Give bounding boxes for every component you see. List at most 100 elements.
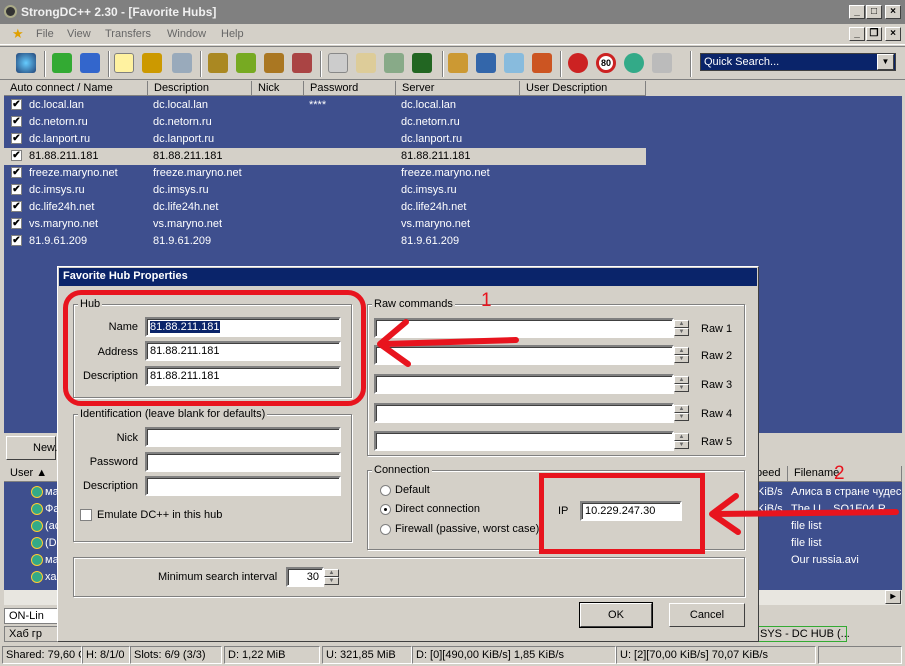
annotation-box-hub — [63, 290, 366, 406]
raw-command-spinner[interactable]: ▲ ▼ — [674, 433, 689, 449]
chevron-down-icon[interactable]: ▼ — [877, 54, 894, 70]
emulate-dcpp-checkbox[interactable] — [80, 509, 92, 521]
search-icon[interactable] — [328, 53, 348, 73]
system-log-icon[interactable] — [652, 53, 672, 73]
hub-name: dc.life24h.net — [29, 201, 95, 213]
column-header-filename[interactable]: Filename — [788, 466, 902, 482]
finished-uploads-icon[interactable] — [292, 53, 312, 73]
hub-row[interactable]: ✔ dc.life24h.net dc.life24h.net dc.life24h.… — [4, 199, 646, 216]
auto-connect-checkbox[interactable]: ✔ — [11, 167, 22, 178]
column-header-password[interactable]: Password — [304, 81, 396, 96]
hub-row[interactable]: ✔ freeze.maryno.net freeze.maryno.net freez… — [4, 165, 646, 182]
radio-default-label: Default — [395, 484, 430, 496]
hub-row[interactable]: ✔ 81.88.211.181 81.88.211.181 81.88.211.181 — [4, 148, 646, 165]
scroll-right-icon[interactable]: ▸ — [885, 590, 901, 604]
password-field[interactable] — [145, 452, 341, 472]
hub-row[interactable]: ✔ dc.local.lan dc.local.lan **** dc.local.la… — [4, 97, 646, 114]
menu-window[interactable]: Window — [167, 28, 206, 40]
user-icon — [31, 571, 43, 583]
user-description-field[interactable] — [145, 476, 341, 496]
raw-command-field[interactable] — [374, 431, 674, 451]
new-hub-button[interactable]: New... — [6, 436, 64, 460]
spin-up-icon: ▲ — [674, 376, 689, 384]
mdi-restore-button[interactable]: ❐ — [866, 27, 882, 41]
reconnect-icon[interactable] — [52, 53, 72, 73]
hub-row[interactable]: ✔ 81.9.61.209 81.9.61.209 81.9.61.209 — [4, 233, 646, 250]
auto-connect-checkbox[interactable]: ✔ — [11, 133, 22, 144]
status-download-rate: D: [0][490,00 KiB/s] 1,85 KiB/s — [412, 646, 616, 664]
search-spy-icon[interactable] — [384, 53, 404, 73]
radio-default[interactable] — [380, 485, 391, 496]
disconnect-icon[interactable] — [568, 53, 588, 73]
mdi-close-button[interactable]: × — [885, 27, 901, 41]
raw-command-spinner[interactable]: ▲ ▼ — [674, 347, 689, 363]
favorite-users-icon[interactable] — [142, 53, 162, 73]
dialog-title: Favorite Hub Properties — [59, 268, 757, 286]
notepad-icon[interactable] — [504, 53, 524, 73]
hub-list-icon[interactable] — [624, 53, 644, 73]
auto-connect-checkbox[interactable]: ✔ — [11, 218, 22, 229]
upload-queue-icon[interactable] — [264, 53, 284, 73]
public-hubs-icon[interactable] — [16, 53, 36, 73]
hub-row[interactable]: ✔ dc.lanport.ru dc.lanport.ru dc.lanport.ru — [4, 131, 646, 148]
adl-search-icon[interactable] — [356, 53, 376, 73]
annotation-number-one: 1 — [481, 290, 492, 311]
hub-row[interactable]: ✔ dc.imsys.ru dc.imsys.ru dc.imsys.ru — [4, 182, 646, 199]
raw-command-spinner[interactable]: ▲ ▼ — [674, 376, 689, 392]
tab-sys-dc-hub[interactable]: SYS - DC HUB (... — [755, 626, 850, 642]
auto-connect-checkbox[interactable]: ✔ — [11, 99, 22, 110]
auto-connect-checkbox[interactable]: ✔ — [11, 184, 22, 195]
mdi-minimize-button[interactable]: _ — [849, 27, 865, 41]
minimize-button[interactable]: _ — [849, 5, 865, 19]
nick-field[interactable] — [145, 427, 341, 447]
auto-connect-checkbox[interactable]: ✔ — [11, 150, 22, 161]
network-stats-icon[interactable] — [412, 53, 432, 73]
raw-command-spinner[interactable]: ▲ ▼ — [674, 405, 689, 421]
password-label: Password — [89, 456, 138, 468]
column-header-server[interactable]: Server — [396, 81, 520, 96]
menu-transfers[interactable]: Transfers — [105, 28, 151, 40]
auto-connect-checkbox[interactable]: ✔ — [11, 201, 22, 212]
tab-hub-group[interactable]: Хаб гр — [4, 626, 60, 642]
hub-description: dc.imsys.ru — [153, 184, 209, 196]
auto-connect-checkbox[interactable]: ✔ — [11, 235, 22, 246]
min-search-interval-field[interactable]: 30 — [286, 567, 324, 587]
radio-firewall[interactable] — [380, 524, 391, 535]
status-uploaded: U: 321,85 MiB — [322, 646, 412, 664]
open-file-list-icon[interactable] — [448, 53, 468, 73]
min-search-interval-spinner[interactable]: ▲ ▼ — [324, 569, 339, 585]
favorite-hubs-icon[interactable] — [114, 53, 134, 73]
quick-search-input[interactable]: Quick Search... — [700, 53, 896, 71]
column-header-user[interactable]: User ▲ — [4, 466, 58, 482]
column-header-name[interactable]: Auto connect / Name — [4, 81, 148, 96]
finished-downloads-icon[interactable] — [236, 53, 256, 73]
away-icon[interactable] — [532, 53, 552, 73]
menu-file[interactable]: File — [36, 28, 54, 40]
recent-hubs-icon[interactable] — [172, 53, 192, 73]
user-filename: Our russia.avi — [791, 554, 859, 566]
raw-command-spinner[interactable]: ▲ ▼ — [674, 320, 689, 336]
maximize-button[interactable]: □ — [866, 5, 882, 19]
menu-view[interactable]: View — [67, 28, 91, 40]
raw-command-field[interactable] — [374, 374, 674, 394]
settings-icon[interactable] — [476, 53, 496, 73]
ok-button[interactable]: OK — [579, 602, 653, 628]
spin-down-icon: ▼ — [674, 355, 689, 363]
column-header-nick[interactable]: Nick — [252, 81, 304, 96]
cancel-button[interactable]: Cancel — [669, 603, 745, 627]
hub-row[interactable]: ✔ vs.maryno.net vs.maryno.net vs.maryno.net — [4, 216, 646, 233]
close-button[interactable]: × — [885, 5, 901, 19]
speed-limit-icon[interactable]: 80 — [596, 53, 616, 73]
tab-online[interactable]: ON-Lin — [4, 608, 60, 624]
menu-help[interactable]: Help — [221, 28, 244, 40]
hub-row[interactable]: ✔ dc.netorn.ru dc.netorn.ru dc.netorn.ru — [4, 114, 646, 131]
radio-direct-connection[interactable] — [380, 504, 391, 515]
queue-icon[interactable] — [208, 53, 228, 73]
raw-command-field[interactable] — [374, 403, 674, 423]
hub-name: freeze.maryno.net — [29, 167, 118, 179]
column-header-speed[interactable]: peed — [754, 466, 788, 482]
column-header-description[interactable]: Description — [148, 81, 252, 96]
auto-connect-checkbox[interactable]: ✔ — [11, 116, 22, 127]
column-header-user-description[interactable]: User Description — [520, 81, 646, 96]
follow-redirect-icon[interactable] — [80, 53, 100, 73]
